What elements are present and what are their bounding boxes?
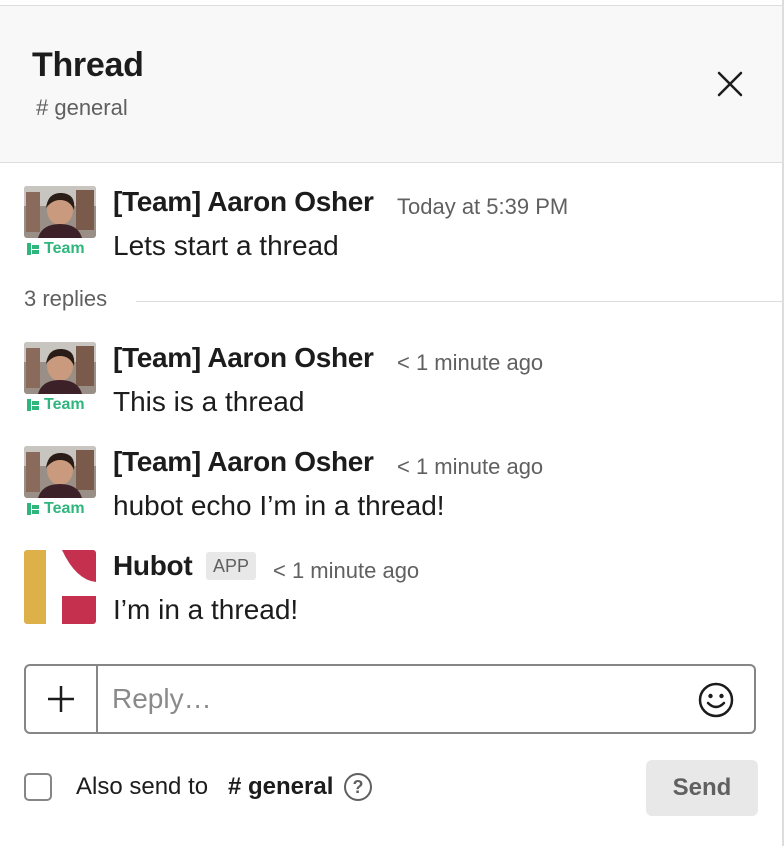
message-time[interactable]: < 1 minute ago [397, 454, 543, 480]
also-send-checkbox[interactable] [24, 773, 52, 801]
team-tag: Team [26, 240, 85, 258]
message-text: This is a thread [113, 386, 305, 417]
message-author[interactable]: [Team] Aaron Osher [113, 342, 374, 374]
close-icon [717, 71, 743, 97]
smiley-icon [698, 682, 734, 718]
message-time[interactable]: Today at 5:39 PM [397, 194, 568, 220]
team-label: Team [44, 500, 85, 517]
team-tag: Team [26, 396, 85, 414]
thread-header: Thread # general [0, 6, 782, 163]
team-label: Team [44, 240, 85, 257]
replies-divider: 3 replies [24, 286, 782, 316]
message-text: I’m in a thread! [113, 594, 299, 625]
avatar[interactable] [24, 186, 96, 238]
reply-input[interactable] [98, 666, 678, 732]
message-author[interactable]: Hubot [113, 550, 193, 582]
emoji-button[interactable] [696, 680, 736, 720]
message-time[interactable]: < 1 minute ago [397, 350, 543, 376]
close-button[interactable] [710, 64, 750, 104]
app-badge: APP [206, 552, 257, 580]
message-text: Lets start a thread [113, 230, 339, 261]
message-text: hubot echo I’m in a thread! [113, 490, 445, 521]
replies-count: 3 replies [24, 286, 108, 311]
avatar[interactable] [24, 342, 96, 394]
reply-composer [24, 664, 756, 734]
page-title: Thread [32, 46, 144, 84]
also-send-label[interactable]: Also send to [76, 773, 208, 801]
message-time[interactable]: < 1 minute ago [273, 558, 419, 584]
help-icon[interactable]: ? [344, 773, 372, 801]
channel-name[interactable]: # general [36, 95, 128, 121]
avatar[interactable] [24, 446, 96, 498]
send-button[interactable]: Send [646, 760, 758, 816]
also-send-channel[interactable]: # general [228, 773, 333, 801]
plus-icon [48, 686, 74, 712]
team-icon [27, 243, 39, 255]
hubot-avatar[interactable] [24, 550, 96, 624]
team-icon [27, 399, 39, 411]
also-send-row: Also send to # general ? Send [24, 760, 758, 820]
attach-button[interactable] [26, 666, 98, 732]
divider-line [136, 301, 782, 302]
team-tag: Team [26, 500, 85, 518]
team-icon [27, 503, 39, 515]
message-author[interactable]: [Team] Aaron Osher [113, 186, 374, 218]
team-label: Team [44, 396, 85, 413]
message-author[interactable]: [Team] Aaron Osher [113, 446, 374, 478]
